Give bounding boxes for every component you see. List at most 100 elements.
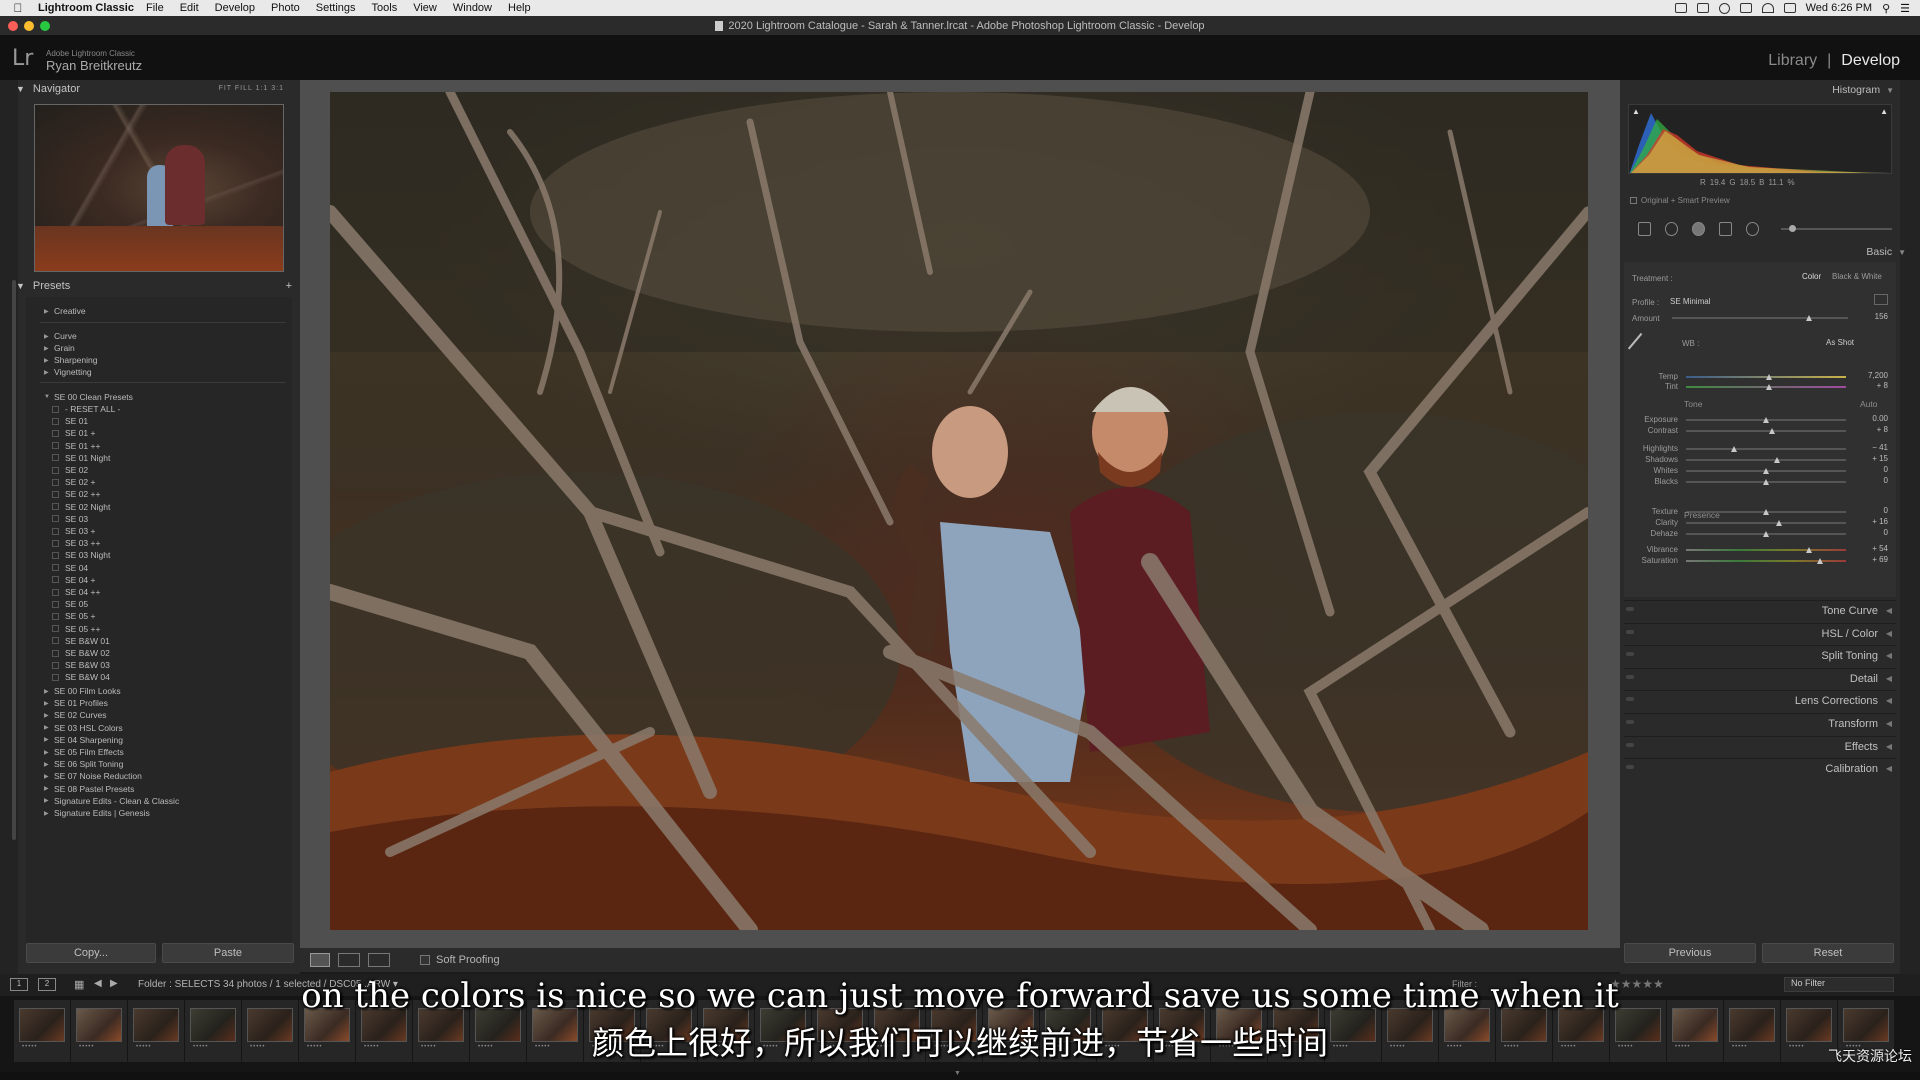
close-window-button[interactable] [8,21,18,31]
exposure-value[interactable]: 0.00 [1858,414,1888,423]
preset-item[interactable]: SE 03 + [26,525,95,537]
preset-group-open[interactable]: ▼ SE 00 Clean Presets [26,391,133,403]
expand-triangle-icon[interactable]: ▶ [44,700,54,707]
collapse-triangle-icon[interactable]: ▼ [1898,248,1906,257]
blacks-slider-knob[interactable] [1763,479,1769,485]
exposure-slider-knob[interactable] [1763,417,1769,423]
panel-header[interactable]: Split Toning ◀ [1624,645,1896,665]
preset-item[interactable]: SE B&W 04 [26,671,110,683]
red-eye-tool-icon[interactable] [1692,222,1706,236]
wb-dropdown[interactable]: As Shot [1826,338,1854,347]
smart-preview-status[interactable]: Original + Smart Preview [1630,196,1730,205]
camera-icon[interactable] [1696,3,1709,13]
saturation-value[interactable]: + 69 [1858,555,1888,564]
crop-tool-icon[interactable] [1638,222,1652,236]
preset-item[interactable]: SE 03 Night [26,549,110,561]
expand-triangle-icon[interactable]: ◀ [1886,764,1892,773]
treatment-color-option[interactable]: Color [1802,272,1821,281]
zoom-window-button[interactable] [40,21,50,31]
highlights-value[interactable]: − 41 [1858,443,1888,452]
panel-header[interactable]: Tone Curve ◀ [1624,600,1896,620]
profile-browser-icon[interactable] [1874,294,1888,305]
histogram-graph[interactable]: ▲ ▲ [1628,104,1892,174]
module-library[interactable]: Library [1768,52,1817,70]
preset-item[interactable]: SE 02 ++ [26,488,100,500]
soft-proofing-toggle[interactable]: Soft Proofing [420,954,500,966]
menu-help[interactable]: Help [508,2,531,14]
eject-icon[interactable] [1783,3,1796,13]
expand-triangle-icon[interactable]: ▶ [44,761,54,768]
preset-group[interactable]: ▶ SE 08 Pastel Presets [26,783,134,795]
expand-triangle-icon[interactable]: ◀ [1886,629,1892,638]
preset-group[interactable]: ▶ Sharpening [26,354,97,366]
contrast-slider-track[interactable] [1686,430,1846,432]
highlights-slider-knob[interactable] [1731,446,1737,452]
whites-slider-knob[interactable] [1763,468,1769,474]
left-panel-scrollbar[interactable] [12,280,16,840]
minimize-window-button[interactable] [24,21,34,31]
preset-item[interactable]: SE 05 [26,598,88,610]
filmstrip-collapse-triangle-icon[interactable]: ▼ [954,1070,961,1077]
soft-proofing-checkbox[interactable] [420,955,430,965]
copy-settings-button[interactable]: Copy... [26,943,156,963]
blacks-value[interactable]: 0 [1858,476,1888,485]
panel-header[interactable]: Calibration ◀ [1624,758,1896,778]
panel-header[interactable]: HSL / Color ◀ [1624,622,1896,643]
graduated-filter-tool-icon[interactable] [1719,222,1733,236]
main-photo[interactable] [330,92,1588,930]
airplay-icon[interactable] [1739,3,1752,13]
dehaze-value[interactable]: 0 [1858,528,1888,537]
preset-group[interactable]: ▶ SE 04 Sharpening [26,734,123,746]
preset-item[interactable]: SE 03 [26,513,88,525]
white-balance-eyedropper-icon[interactable] [1627,332,1657,362]
clarity-value[interactable]: + 16 [1858,517,1888,526]
expand-triangle-icon[interactable]: ▶ [44,810,54,817]
preset-item[interactable]: SE 05 + [26,610,95,622]
collapse-triangle-icon[interactable]: ▼ [44,394,54,400]
amount-slider-track[interactable] [1672,317,1848,319]
collapse-triangle-icon[interactable]: ▼ [16,281,25,291]
radial-filter-tool-icon[interactable] [1746,222,1760,236]
right-panel-edge[interactable] [1900,80,1920,974]
before-after-swap-button[interactable] [368,953,390,967]
panel-switch-icon[interactable] [1626,720,1634,724]
basic-header[interactable]: Basic ▼ [1866,246,1906,258]
expand-triangle-icon[interactable]: ◀ [1886,606,1892,615]
apple-icon[interactable]:  [8,1,28,15]
preset-item[interactable]: SE 01 + [26,427,95,439]
preset-item[interactable]: SE 04 ++ [26,586,100,598]
expand-triangle-icon[interactable]: ▶ [44,345,54,352]
shadow-clipping-icon[interactable]: ▲ [1632,107,1640,116]
highlights-slider-track[interactable] [1686,448,1846,450]
preset-group[interactable]: ▶ Grain [26,342,75,354]
expand-triangle-icon[interactable]: ◀ [1886,696,1892,705]
texture-slider-knob[interactable] [1763,509,1769,515]
loupe-view-button[interactable] [310,953,330,967]
preset-group[interactable]: ▶ SE 02 Curves [26,709,106,721]
menubar-clock[interactable]: Wed 6:26 PM [1806,2,1872,14]
expand-triangle-icon[interactable]: ▶ [44,736,54,743]
presets-header[interactable]: ▼ Presets + [16,277,292,295]
expand-triangle-icon[interactable]: ◀ [1886,674,1892,683]
profile-dropdown[interactable]: SE Minimal [1670,297,1710,306]
menu-app-name[interactable]: Lightroom Classic [38,2,134,14]
menu-settings[interactable]: Settings [316,2,356,14]
panel-switch-icon[interactable] [1626,652,1634,657]
saturation-slider-knob[interactable] [1817,558,1824,564]
expand-triangle-icon[interactable]: ▶ [44,688,54,695]
tone-auto-button[interactable]: Auto [1860,399,1878,409]
preset-group[interactable]: ▶ SE 03 HSL Colors [26,722,123,734]
collapse-triangle-icon[interactable]: ▼ [1886,86,1894,95]
treatment-bw-option[interactable]: Black & White [1832,272,1882,281]
preset-item[interactable]: SE 03 ++ [26,537,100,549]
preset-item[interactable]: SE B&W 03 [26,659,110,671]
expand-triangle-icon[interactable]: ▶ [44,712,54,719]
vibrance-value[interactable]: + 54 [1858,544,1888,553]
preset-item[interactable]: SE 02 Night [26,501,110,513]
expand-triangle-icon[interactable]: ▶ [44,333,54,340]
preset-item[interactable]: SE 04 + [26,574,95,586]
expand-triangle-icon[interactable]: ◀ [1886,651,1892,660]
tint-value[interactable]: + 8 [1858,381,1888,390]
panel-header[interactable]: Transform ◀ [1624,713,1896,733]
preset-item[interactable]: SE B&W 01 [26,635,110,647]
